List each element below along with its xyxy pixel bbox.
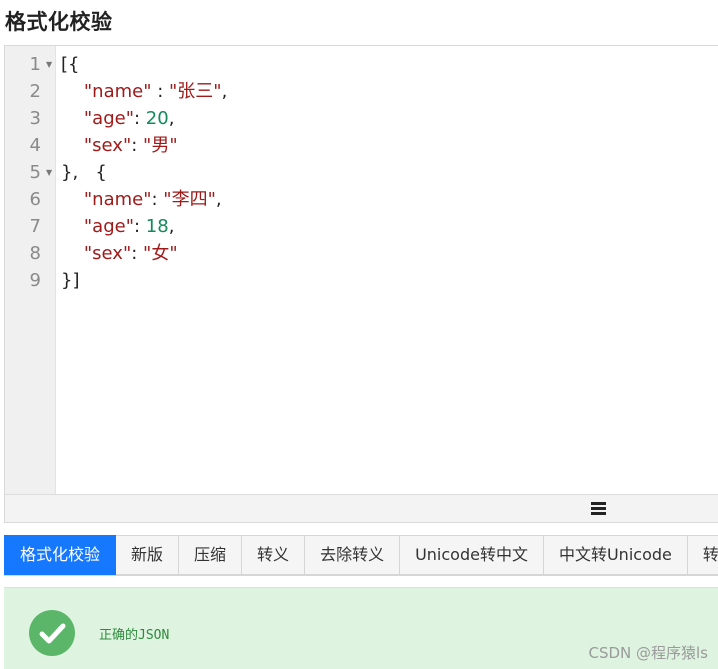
line-number: 9 xyxy=(29,270,41,291)
tab-2[interactable]: 新版 xyxy=(116,535,180,575)
page-title: 格式化校验 xyxy=(5,10,113,34)
json-value: "李四" xyxy=(163,189,216,210)
line-number: 3 xyxy=(29,108,41,129)
line-number: 4 xyxy=(29,135,41,156)
code-line: 7 "age": 18, xyxy=(5,213,718,240)
result-message: 正确的JSON xyxy=(99,628,170,643)
action-tabs: 格式化校验 新版 压缩 转义 去除转义 Unicode转中文 中文转Unicode 转 xyxy=(4,535,718,576)
json-editor[interactable]: 1 ▼[{2 "name" : "张三", 3 "age": 20, 4 "sex":… xyxy=(4,45,718,523)
menu-icon[interactable] xyxy=(591,502,606,515)
code-line: 2 "name" : "张三", xyxy=(5,78,718,105)
line-number: 5 xyxy=(29,162,41,183)
page: 格式化校验 1 ▼[{2 "name" : "张三", 3 "age": 20, 4 … xyxy=(0,0,718,669)
json-value: 20 xyxy=(145,108,169,129)
editor-footer xyxy=(5,494,718,522)
json-key: "name" xyxy=(83,189,152,210)
fold-toggle-icon[interactable]: ▼ xyxy=(46,159,52,186)
fold-toggle-icon[interactable]: ▼ xyxy=(46,51,52,78)
json-bracket: }, { xyxy=(61,162,107,183)
tab-1[interactable]: 格式化校验 xyxy=(4,535,117,575)
code-text: }, { xyxy=(61,159,107,186)
tab-5[interactable]: 去除转义 xyxy=(305,535,401,575)
tab-7[interactable]: 中文转Unicode xyxy=(543,535,688,575)
line-number: 7 xyxy=(29,216,41,237)
code-text: "age": 20, xyxy=(61,105,175,132)
json-separator: : xyxy=(131,243,144,264)
code-text: }] xyxy=(61,267,79,294)
json-separator: : xyxy=(151,81,170,102)
code-line: 1 ▼ [{ xyxy=(5,51,718,78)
code-line: 8 "sex": "女" xyxy=(5,240,718,267)
tab-6[interactable]: Unicode转中文 xyxy=(400,535,544,575)
line-number: 8 xyxy=(29,243,41,264)
json-value: 18 xyxy=(145,216,169,237)
code-text: [{ xyxy=(61,51,79,78)
code-line: 3 "age": 20, xyxy=(5,105,718,132)
json-bracket: }] xyxy=(61,270,80,291)
json-value: "张三" xyxy=(169,81,222,102)
tab-8[interactable]: 转 xyxy=(687,535,718,575)
line-number: 6 xyxy=(29,189,41,210)
json-key: "age" xyxy=(83,108,134,129)
json-separator: : xyxy=(133,108,146,129)
watermark: CSDN @程序猿ls xyxy=(588,644,708,662)
json-key: "sex" xyxy=(83,135,132,156)
code-line: 4 "sex": "男" xyxy=(5,132,718,159)
line-number: 1 xyxy=(29,54,41,75)
code-text: "name" : "张三", xyxy=(61,78,227,105)
line-number: 2 xyxy=(29,81,41,102)
code-text: "sex": "女" xyxy=(61,240,178,267)
code-text: "name": "李四", xyxy=(61,186,222,213)
json-separator: : xyxy=(131,135,144,156)
tab-3[interactable]: 压缩 xyxy=(179,535,243,575)
tab-4[interactable]: 转义 xyxy=(242,535,306,575)
json-key: "name" xyxy=(83,81,152,102)
json-value: "男" xyxy=(143,135,178,156)
json-separator: : xyxy=(151,189,164,210)
validation-result: 正确的JSON CSDN @程序猿ls xyxy=(4,587,718,669)
code-line: 5 ▼ }, { xyxy=(5,159,718,186)
code-text: "sex": "男" xyxy=(61,132,178,159)
code-text: "age": 18, xyxy=(61,213,175,240)
json-comma: , xyxy=(168,108,175,129)
json-separator: : xyxy=(133,216,146,237)
json-comma: , xyxy=(168,216,175,237)
json-comma: , xyxy=(221,81,228,102)
json-value: "女" xyxy=(143,243,178,264)
check-icon xyxy=(29,610,75,656)
code-line: 9}] xyxy=(5,267,718,294)
json-comma: , xyxy=(215,189,222,210)
code-line: 6 "name": "李四", xyxy=(5,186,718,213)
json-key: "sex" xyxy=(83,243,132,264)
json-key: "age" xyxy=(83,216,134,237)
json-bracket: [{ xyxy=(61,54,80,75)
